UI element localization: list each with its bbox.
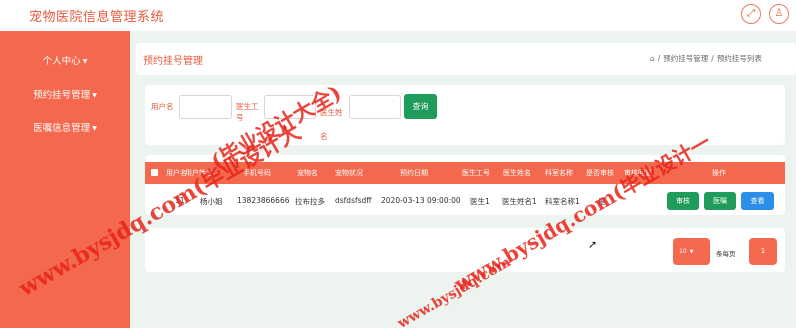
cell-pet: 拉布拉多 [295,197,325,206]
page-size-select[interactable]: 10 ▼ [673,238,710,265]
sidebar-item-label: 医嘱信息管理 [33,123,91,134]
chevron-down-icon: ▼ [689,249,694,255]
column-header: 操作 [712,169,726,177]
home-icon[interactable]: ⌂ [650,54,655,63]
column-header[interactable]: 科室名称 [545,168,573,178]
review-button[interactable]: 审核 [667,192,699,210]
chevron-down-icon: ▼ [92,92,97,99]
query-button[interactable]: 查询 [404,94,437,119]
medical-order-button[interactable]: 医嘱 [704,192,736,210]
sidebar-item-label: 预约挂号管理 [33,90,91,101]
username-label: 用户名 [151,102,174,111]
page-title: 预约挂号管理 [143,56,203,67]
column-header[interactable]: 宠物状况 [335,168,363,178]
cell-doctor-id: 医生1 [470,197,490,206]
page-number-button[interactable]: 1 [749,238,777,265]
view-button[interactable]: 查看 [741,192,774,210]
sidebar-item-personal[interactable]: 个人中心 ▼ [0,53,130,67]
column-header[interactable]: 医生工号 [462,168,490,178]
sidebar-item-label: 个人中心 [42,56,81,67]
chevron-down-icon: ▼ [92,125,97,132]
column-header[interactable]: 是否审核 [586,168,614,178]
user-icon[interactable]: ♙ [769,4,789,24]
breadcrumb-item: 预约挂号列表 [716,54,762,63]
sidebar-item-appointments[interactable]: 预约挂号管理 ▼ [0,87,130,101]
breadcrumb-item[interactable]: 预约挂号管理 [663,54,708,63]
select-all-checkbox[interactable] [151,169,158,176]
page-size-label: 条每页 [716,250,736,258]
app-title: 宠物医院信息管理系统 [29,10,165,25]
expand-icon[interactable]: ⤢ [741,4,761,24]
doctor-name-input[interactable] [349,95,401,119]
column-header[interactable]: 宠物名 [297,168,318,178]
chevron-down-icon: ▼ [82,58,88,65]
mouse-cursor-icon: ➚ [588,238,598,251]
username-input[interactable] [179,95,232,119]
sidebar-item-orders[interactable]: 医嘱信息管理 ▼ [0,120,130,134]
cell-condition: dsfdsfsdff [335,196,372,205]
cell-doctor-name: 医生姓名1 [502,197,537,206]
breadcrumb: ⌂ / 预约挂号管理 / 预约挂号列表 [650,54,762,63]
column-header[interactable]: 医生姓名 [503,168,531,178]
cell-date: 2020-03-13 09:00:00 [381,196,461,205]
column-header[interactable]: 预约日期 [400,168,428,178]
cell-phone: 13823866666 [237,196,290,205]
